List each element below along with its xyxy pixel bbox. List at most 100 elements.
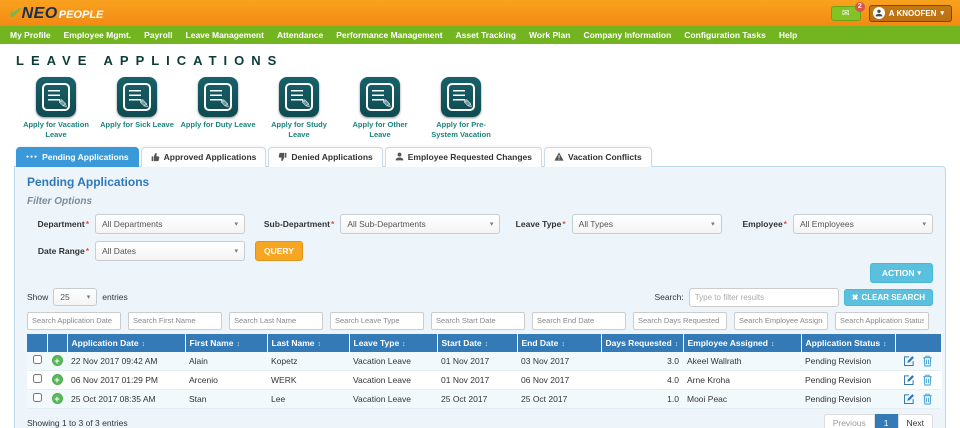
- query-button[interactable]: QUERY: [255, 241, 303, 261]
- row-checkbox[interactable]: [33, 374, 42, 383]
- menu-item-leave-management[interactable]: Leave Management: [186, 30, 264, 40]
- apply-duty-leave-button[interactable]: ✎ Apply for Duty Leave: [180, 77, 256, 140]
- topbar-right: ✉ 2 A KNOOFEN ▾: [831, 5, 952, 22]
- search-application-status-input[interactable]: [835, 312, 929, 330]
- filter-row-2: Date Range* All Dates ▾ QUERY: [27, 241, 933, 261]
- user-menu-button[interactable]: A KNOOFEN ▾: [869, 5, 952, 22]
- search-first-name-input[interactable]: [128, 312, 222, 330]
- next-page-button[interactable]: Next: [898, 414, 933, 428]
- apply-pre-system-vacation-button[interactable]: ✎ Apply for Pre-System Vacation: [423, 77, 499, 140]
- edit-button[interactable]: [903, 393, 915, 405]
- search-start-date-input[interactable]: [431, 312, 525, 330]
- global-search-input[interactable]: [689, 288, 839, 307]
- apply-sick-leave-button[interactable]: ✎ Apply for Sick Leave: [99, 77, 175, 140]
- apply-study-leave-button[interactable]: ✎ Apply for Study Leave: [261, 77, 337, 140]
- column-header-end-date[interactable]: End Date↕: [517, 334, 601, 352]
- thumbs-up-icon: [151, 152, 160, 162]
- search-end-date-input[interactable]: [532, 312, 626, 330]
- tab-denied-applications[interactable]: Denied Applications: [268, 147, 382, 167]
- search-leave-type-input[interactable]: [330, 312, 424, 330]
- expand-row-button[interactable]: +: [52, 355, 63, 366]
- leave-form-icon: ✎: [360, 77, 400, 117]
- cell-leave-type: Vacation Leave: [349, 370, 437, 389]
- search-last-name-input[interactable]: [229, 312, 323, 330]
- menu-item-asset-tracking[interactable]: Asset Tracking: [456, 30, 516, 40]
- employee-select[interactable]: All Employees ▾: [793, 214, 933, 234]
- avatar-icon: [873, 7, 885, 19]
- leave-form-icon: ✎: [198, 77, 238, 117]
- page-1-button[interactable]: 1: [875, 414, 898, 428]
- user-name: A KNOOFEN: [889, 9, 937, 18]
- menu-item-employee-mgmt[interactable]: Employee Mgmt.: [64, 30, 132, 40]
- leave-form-icon: ✎: [441, 77, 481, 117]
- edit-button[interactable]: [903, 374, 915, 386]
- action-dropdown-button[interactable]: ACTION ▾: [870, 263, 933, 283]
- page-size-select[interactable]: 25 ▾: [53, 288, 97, 306]
- apply-other-leave-button[interactable]: ✎ Apply for Other Leave: [342, 77, 418, 140]
- column-header-application-date[interactable]: Application Date↕: [67, 334, 185, 352]
- tab-pending-applications[interactable]: ●●● Pending Applications: [16, 147, 139, 167]
- row-checkbox[interactable]: [33, 355, 42, 364]
- notifications-button[interactable]: ✉ 2: [831, 6, 861, 21]
- row-checkbox[interactable]: [33, 393, 42, 402]
- menu-item-work-plan[interactable]: Work Plan: [529, 30, 570, 40]
- quick-action-label: Apply for Pre-System Vacation: [423, 120, 499, 140]
- column-header-last-name[interactable]: Last Name↕: [267, 334, 349, 352]
- tab-approved-applications[interactable]: Approved Applications: [141, 147, 267, 167]
- leave-type-select[interactable]: All Types ▾: [572, 214, 722, 234]
- cell-days-requested: 1.0: [601, 389, 683, 408]
- menu-item-payroll[interactable]: Payroll: [144, 30, 172, 40]
- search-application-date-input[interactable]: [27, 312, 121, 330]
- edit-button[interactable]: [903, 355, 915, 367]
- menu-item-performance-management[interactable]: Performance Management: [336, 30, 442, 40]
- sort-icon: ↕: [485, 341, 489, 348]
- cell-application-status: Pending Revision: [801, 389, 895, 408]
- cell-last-name: Lee: [267, 389, 349, 408]
- delete-button[interactable]: [922, 355, 933, 367]
- expand-row-button[interactable]: +: [52, 393, 63, 404]
- pagination: Previous 1 Next: [824, 414, 933, 428]
- table-row: + 06 Nov 2017 01:29 PM Arcenio WERK Vaca…: [27, 370, 941, 389]
- previous-page-button[interactable]: Previous: [824, 414, 875, 428]
- menu-item-help[interactable]: Help: [779, 30, 797, 40]
- cell-employee-assigned: Mooi Peac: [683, 389, 801, 408]
- department-label: Department*: [27, 219, 89, 229]
- date-range-select[interactable]: All Dates ▾: [95, 241, 245, 261]
- person-icon: [395, 152, 404, 161]
- column-header-start-date[interactable]: Start Date↕: [437, 334, 517, 352]
- column-header-leave-type[interactable]: Leave Type↕: [349, 334, 437, 352]
- menu-item-configuration-tasks[interactable]: Configuration Tasks: [684, 30, 766, 40]
- search-employee-assigned-input[interactable]: [734, 312, 828, 330]
- filter-options-heading: Filter Options: [27, 196, 933, 207]
- applications-tabs: ●●● Pending Applications Approved Applic…: [16, 147, 946, 167]
- cell-days-requested: 4.0: [601, 370, 683, 389]
- tab-vacation-conflicts[interactable]: Vacation Conflicts: [544, 147, 652, 167]
- column-header-first-name[interactable]: First Name↕: [185, 334, 267, 352]
- expand-header: [47, 334, 67, 352]
- panel-heading: Pending Applications: [27, 175, 933, 189]
- search-days-requested-input[interactable]: [633, 312, 727, 330]
- cell-application-date: 22 Nov 2017 09:42 AM: [67, 352, 185, 371]
- leave-form-icon: ✎: [279, 77, 319, 117]
- sub-department-label: Sub-Department*: [252, 219, 334, 229]
- menu-item-company-information[interactable]: Company Information: [583, 30, 671, 40]
- department-select[interactable]: All Departments ▾: [95, 214, 245, 234]
- delete-button[interactable]: [922, 393, 933, 405]
- sort-icon: ↕: [402, 341, 406, 348]
- sub-department-select[interactable]: All Sub-Departments ▾: [340, 214, 500, 234]
- column-header-application-status[interactable]: Application Status↕: [801, 334, 895, 352]
- menu-item-attendance[interactable]: Attendance: [277, 30, 323, 40]
- tab-employee-requested-changes[interactable]: Employee Requested Changes: [385, 147, 542, 167]
- caret-down-icon: ▾: [234, 247, 238, 255]
- delete-button[interactable]: [922, 374, 933, 386]
- caret-down-icon: ▾: [922, 220, 926, 228]
- menu-item-my-profile[interactable]: My Profile: [10, 30, 51, 40]
- sort-icon: ↕: [142, 341, 146, 348]
- column-header-days-requested[interactable]: Days Requested↕: [601, 334, 683, 352]
- cell-employee-assigned: Akeel Wallrath: [683, 352, 801, 371]
- apply-vacation-leave-button[interactable]: ✎ Apply for Vacation Leave: [18, 77, 94, 140]
- pending-applications-panel: Pending Applications Filter Options Depa…: [14, 166, 946, 428]
- clear-search-button[interactable]: ✖ CLEAR SEARCH: [844, 289, 933, 306]
- expand-row-button[interactable]: +: [52, 374, 63, 385]
- column-header-employee-assigned[interactable]: Employee Assigned↕: [683, 334, 801, 352]
